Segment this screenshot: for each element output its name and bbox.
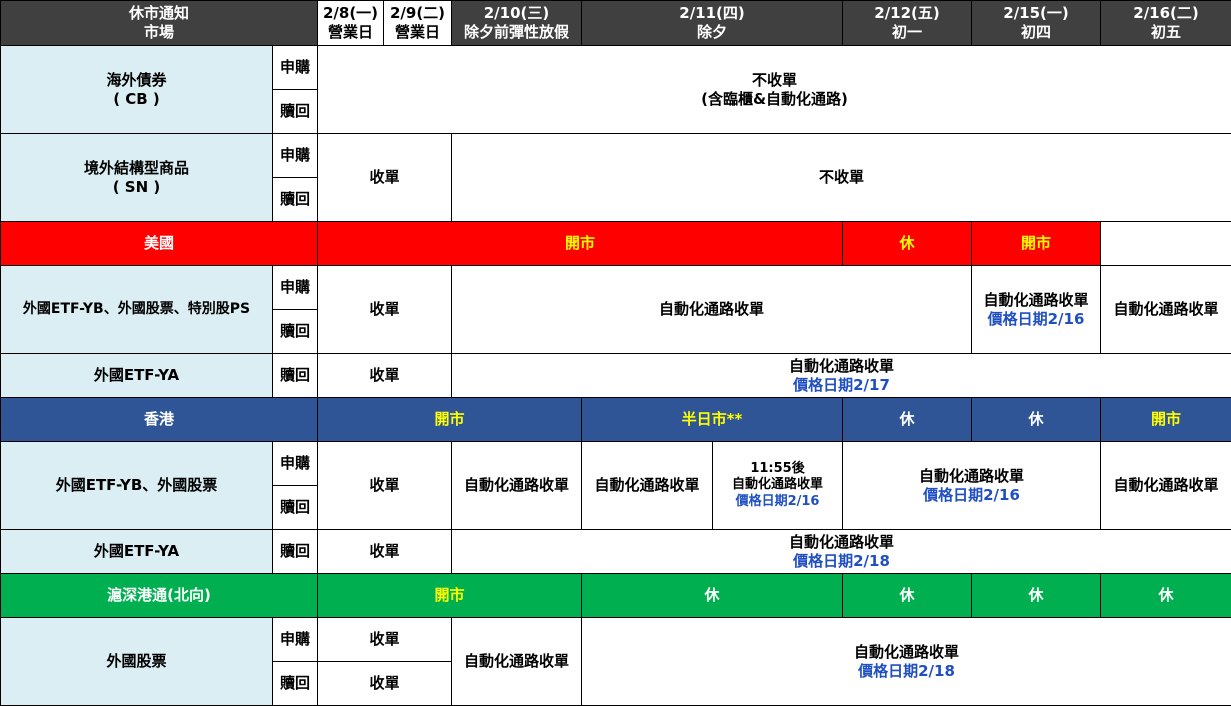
- cb-redeem-label: 贖回: [271, 89, 319, 134]
- hk-market-name: 香港: [0, 397, 319, 442]
- us-market-bar: 美國 開市 休 開市: [0, 221, 1231, 266]
- hk-etf-ya-name: 外國ETF-YA: [0, 529, 273, 574]
- header-col-0216: 2/16(二) 初五: [1100, 0, 1231, 46]
- sh-stock-auto-0210: 自動化通路收單: [451, 617, 583, 706]
- cb-no-collect-cell: 不收單 (含臨櫃&自動化通路): [317, 45, 1231, 134]
- sn-market-cell: 境外結構型商品( SN ): [0, 133, 273, 222]
- hk-market-bar: 香港 開市 半日市** 休 休 開市: [0, 397, 1231, 442]
- us-open-0208-0212: 開市: [317, 221, 844, 266]
- sh-market-name: 滬深港通(北向): [0, 573, 319, 618]
- us-etf-ya-collect: 收單: [317, 353, 453, 398]
- us-etf-ya-row: 外國ETF-YA 贖回 收單 自動化通路收單 價格日期2/17: [0, 353, 1231, 398]
- header-col-0211: 2/11(四) 除夕: [581, 0, 844, 46]
- sn-no-collect-cell: 不收單: [451, 133, 1231, 222]
- hk-etf-ya-collect: 收單: [317, 529, 453, 574]
- us-etf-yb-subscribe-row: 外國ETF-YB、外國股票、特別股PS 申購 收單 自動化通路收單 自動化通路收…: [0, 265, 1231, 354]
- us-etf-yb-collect: 收單: [317, 265, 453, 354]
- cb-market-cell: 海外債券( CB ): [0, 45, 273, 134]
- holiday-schedule-table: 休市通知 市場 2/8(一) 營業日 2/9(二) 營業日 2/10(三) 除夕前彈性…: [0, 0, 1231, 706]
- sn-subscribe-row: 境外結構型商品( SN ) 申購 收單 不收單: [0, 133, 1231, 222]
- header-corner: 休市通知 市場: [0, 0, 319, 46]
- us-etf-ya-auto: 自動化通路收單 價格日期2/17: [451, 353, 1231, 398]
- hk-etf-yb-auto-0211b: 11:55後 自動化通路收單 價格日期2/16: [712, 441, 844, 530]
- header-col-0209: 2/9(二) 營業日: [383, 0, 453, 46]
- sn-collect-cell: 收單: [317, 133, 453, 222]
- sh-open-0208-0210: 開市: [317, 573, 583, 618]
- hk-etf-yb-redeem-label: 贖回: [271, 485, 319, 530]
- sh-stock-name: 外國股票: [0, 617, 273, 706]
- hk-etf-yb-subscribe-row: 外國ETF-YB、外國股票 申購 收單 自動化通路收單 自動化通路收單 11:5…: [0, 441, 1231, 530]
- sh-market-bar: 滬深港通(北向) 開市 休 休 休 休: [0, 573, 1231, 618]
- sn-subscribe-label: 申購: [271, 133, 319, 178]
- hk-closed-0215: 休: [971, 397, 1102, 442]
- us-etf-yb-subscribe-label: 申購: [271, 265, 319, 310]
- sh-stock-redeem-label: 贖回: [271, 661, 319, 706]
- us-etf-yb-auto-0215: 自動化通路收單 價格日期2/16: [971, 265, 1102, 354]
- sh-closed-0211: 休: [581, 573, 844, 618]
- us-open-0216: 開市: [971, 221, 1102, 266]
- sh-stock-subscribe-row: 外國股票 申購 收單 自動化通路收單 自動化通路收單 價格日期2/18: [0, 617, 1231, 706]
- sh-stock-subscribe-collect: 收單: [317, 617, 453, 662]
- hk-etf-ya-row: 外國ETF-YA 贖回 收單 自動化通路收單 價格日期2/18: [0, 529, 1231, 574]
- us-etf-yb-redeem-label: 贖回: [271, 309, 319, 354]
- us-etf-yb-name: 外國ETF-YB、外國股票、特別股PS: [0, 265, 273, 354]
- header-col-0210: 2/10(三) 除夕前彈性放假: [451, 0, 583, 46]
- sh-stock-redeem-collect: 收單: [317, 661, 453, 706]
- hk-etf-ya-auto: 自動化通路收單 價格日期2/18: [451, 529, 1231, 574]
- header-col-0212: 2/12(五) 初一: [842, 0, 973, 46]
- sh-closed-0212: 休: [842, 573, 973, 618]
- hk-etf-yb-auto-0212-0215: 自動化通路收單 價格日期2/16: [842, 441, 1102, 530]
- hk-etf-ya-redeem-label: 贖回: [271, 529, 319, 574]
- hk-etf-yb-auto-0210: 自動化通路收單: [451, 441, 583, 530]
- us-market-name: 美國: [0, 221, 319, 266]
- cb-subscribe-label: 申購: [271, 45, 319, 90]
- hk-open-0208-0210: 開市: [317, 397, 583, 442]
- sh-closed-0215: 休: [971, 573, 1102, 618]
- us-etf-ya-name: 外國ETF-YA: [0, 353, 273, 398]
- hk-half-day-0211: 半日市**: [581, 397, 844, 442]
- sh-stock-subscribe-label: 申購: [271, 617, 319, 662]
- header-col-0208: 2/8(一) 營業日: [317, 0, 385, 46]
- us-etf-yb-auto: 自動化通路收單: [451, 265, 973, 354]
- sh-stock-auto-0211-0216: 自動化通路收單 價格日期2/18: [581, 617, 1231, 706]
- sh-closed-0216: 休: [1100, 573, 1231, 618]
- header-col-0215: 2/15(一) 初四: [971, 0, 1102, 46]
- hk-etf-yb-auto-0211a: 自動化通路收單: [581, 441, 714, 530]
- hk-etf-yb-collect: 收單: [317, 441, 453, 530]
- sn-redeem-label: 贖回: [271, 177, 319, 222]
- hk-open-0216: 開市: [1100, 397, 1231, 442]
- hk-closed-0212: 休: [842, 397, 973, 442]
- us-etf-ya-redeem-label: 贖回: [271, 353, 319, 398]
- hk-etf-yb-auto-0216: 自動化通路收單: [1100, 441, 1231, 530]
- us-etf-yb-auto-0216: 自動化通路收單: [1100, 265, 1231, 354]
- us-closed-0215: 休: [842, 221, 973, 266]
- header-row: 休市通知 市場 2/8(一) 營業日 2/9(二) 營業日 2/10(三) 除夕前彈性…: [0, 0, 1231, 46]
- cb-subscribe-row: 海外債券( CB ) 申購 不收單 (含臨櫃&自動化通路): [0, 45, 1231, 134]
- hk-etf-yb-name: 外國ETF-YB、外國股票: [0, 441, 273, 530]
- hk-etf-yb-subscribe-label: 申購: [271, 441, 319, 486]
